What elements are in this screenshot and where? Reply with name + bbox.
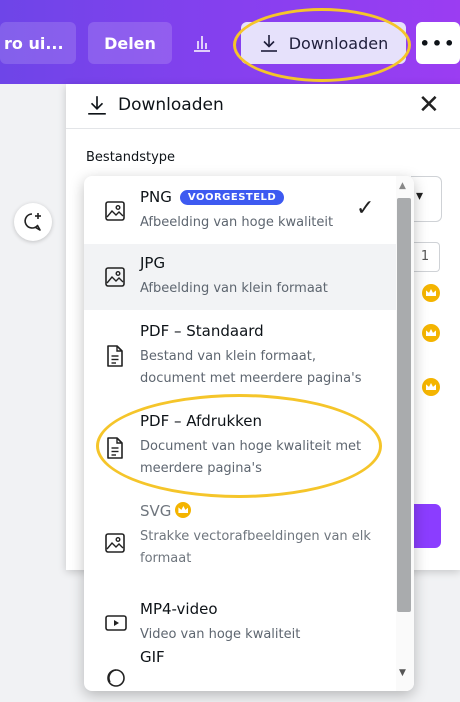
add-comment-icon bbox=[24, 213, 41, 231]
gif-icon bbox=[107, 669, 125, 687]
download-confirm-button[interactable] bbox=[411, 504, 441, 548]
filetype-option-pdf-print[interactable]: PDF – Afdrukken Document van hoge kwalit… bbox=[84, 402, 396, 496]
share-label: Delen bbox=[104, 33, 156, 53]
scroll-up-arrow-icon[interactable]: ▲ bbox=[399, 181, 406, 191]
option-title: MP4-video bbox=[140, 600, 218, 618]
pro-crown-icon bbox=[422, 324, 440, 342]
option-description: Bestand van klein formaat, document met … bbox=[140, 349, 362, 386]
video-icon bbox=[105, 615, 127, 631]
share-button[interactable]: Delen bbox=[88, 22, 172, 64]
chevron-down-icon: ▾ bbox=[416, 188, 424, 204]
download-icon bbox=[260, 35, 277, 52]
document-icon bbox=[107, 345, 123, 367]
panel-title: Downloaden bbox=[118, 95, 224, 115]
checkmark-icon: ✓ bbox=[356, 196, 375, 221]
pro-trial-label: ro ui... bbox=[4, 33, 64, 53]
scroll-down-arrow-icon[interactable]: ▼ bbox=[399, 668, 406, 678]
filetype-label: Bestandstype bbox=[86, 150, 176, 165]
pro-trial-button[interactable]: ro ui... bbox=[0, 22, 76, 64]
download-button[interactable]: Downloaden bbox=[241, 22, 406, 64]
image-icon bbox=[105, 201, 125, 221]
panel-header: Downloaden ✕ bbox=[66, 84, 460, 129]
option-title: PDF – Afdrukken bbox=[140, 412, 263, 430]
option-description: Strakke vectorafbeeldingen van elk forma… bbox=[140, 529, 371, 566]
pro-crown-icon bbox=[422, 378, 440, 396]
option-title: SVG bbox=[140, 502, 192, 520]
option-title: PDF – Standaard bbox=[140, 322, 264, 340]
download-label: Downloaden bbox=[288, 33, 389, 53]
option-title: JPG bbox=[140, 254, 166, 272]
size-input[interactable]: 1 bbox=[411, 242, 440, 272]
option-title: GIF bbox=[140, 648, 165, 666]
scrollbar-thumb[interactable] bbox=[397, 198, 411, 612]
close-icon[interactable]: ✕ bbox=[418, 90, 440, 120]
bar-chart-icon bbox=[194, 36, 210, 52]
more-options-button[interactable]: ••• bbox=[416, 22, 460, 64]
filetype-option-png[interactable]: PNG VOORGESTELD Afbeelding van hoge kwali… bbox=[84, 176, 396, 244]
more-icon: ••• bbox=[419, 33, 457, 53]
image-icon bbox=[105, 533, 125, 553]
filetype-option-jpg[interactable]: JPG Afbeelding van klein formaat bbox=[84, 244, 396, 310]
filetype-option-pdf-standard[interactable]: PDF – Standaard Bestand van klein formaa… bbox=[84, 310, 396, 402]
filetype-dropdown: PNG VOORGESTELD Afbeelding van hoge kwali… bbox=[84, 176, 414, 691]
recommended-badge: VOORGESTELD bbox=[179, 190, 285, 205]
image-icon bbox=[105, 267, 125, 287]
filetype-option-svg[interactable]: SVG Strakke vectorafbeeldingen van elk f… bbox=[84, 496, 396, 590]
top-toolbar: ro ui... Delen Downloaden ••• bbox=[0, 0, 460, 84]
option-description: Afbeelding van klein formaat bbox=[140, 281, 328, 296]
pro-crown-icon bbox=[175, 502, 192, 518]
add-comment-button[interactable] bbox=[14, 203, 52, 241]
document-icon bbox=[107, 437, 123, 459]
pro-crown-icon bbox=[422, 284, 440, 302]
option-title: PNG VOORGESTELD bbox=[140, 188, 285, 206]
option-description: Afbeelding van hoge kwaliteit bbox=[140, 215, 334, 230]
filetype-option-gif[interactable]: GIF bbox=[84, 648, 396, 691]
option-description: Video van hoge kwaliteit bbox=[140, 627, 301, 642]
option-description: Document van hoge kwaliteit met meerdere… bbox=[140, 439, 362, 476]
filetype-option-mp4[interactable]: MP4-video Video van hoge kwaliteit bbox=[84, 590, 396, 658]
download-icon bbox=[88, 96, 106, 115]
insights-button[interactable] bbox=[180, 22, 224, 64]
